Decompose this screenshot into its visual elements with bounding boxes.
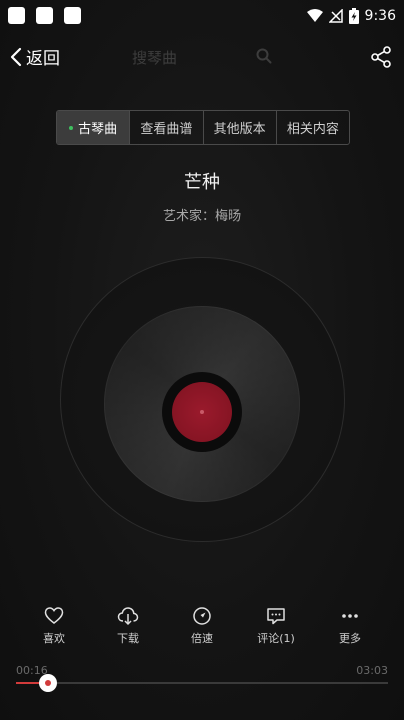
- back-label: 返回: [26, 49, 60, 69]
- download-icon: [117, 607, 139, 626]
- like-label: 喜欢: [43, 632, 65, 645]
- tab-label: 相关内容: [286, 122, 339, 137]
- artist-name: 艺术家：梅旸: [162, 209, 241, 224]
- progress-thumb[interactable]: [39, 674, 58, 692]
- search-icon[interactable]: [256, 48, 272, 64]
- progress-slider[interactable]: [16, 674, 388, 692]
- notification-icon: [36, 7, 53, 24]
- total-time: 03:03: [356, 664, 388, 677]
- comment-icon: [267, 608, 285, 625]
- thumb-core: [45, 680, 52, 686]
- action-bar: 喜欢 下载 倍速 评论(1) 更多: [20, 606, 384, 650]
- cell-signal-icon: [328, 9, 343, 23]
- app-screen: 9:36 返回 搜琴曲 古琴曲 查看曲谱 其他版本 相关内容 芒种 艺术家：梅旸…: [0, 0, 404, 720]
- notification-icon: [8, 7, 25, 24]
- battery-charging-icon: [348, 8, 359, 24]
- search-input[interactable]: 搜琴曲: [132, 47, 177, 68]
- song-title: 芒种: [184, 172, 220, 193]
- heart-icon: [44, 607, 64, 624]
- tab-label: 其他版本: [213, 122, 266, 137]
- back-button[interactable]: 返回: [10, 44, 60, 69]
- tab-label: 古琴曲: [78, 122, 118, 137]
- comment-label: 评论(1): [257, 632, 295, 645]
- download-label: 下载: [117, 632, 139, 645]
- status-time: 9:36: [364, 8, 396, 24]
- playback-times: 00:16 03:03: [16, 664, 388, 678]
- speed-label: 倍速: [191, 632, 213, 645]
- download-button[interactable]: 下载: [94, 606, 162, 650]
- chevron-left-icon: [10, 47, 22, 66]
- tab-sheet-music[interactable]: 查看曲谱: [129, 111, 202, 144]
- more-icon: [342, 614, 358, 618]
- more-button[interactable]: 更多: [316, 606, 384, 650]
- speed-icon: [193, 607, 211, 625]
- content-tabs: 古琴曲 查看曲谱 其他版本 相关内容: [56, 110, 350, 145]
- like-button[interactable]: 喜欢: [20, 606, 88, 650]
- status-indicators: 9:36: [306, 6, 396, 26]
- tab-related[interactable]: 相关内容: [275, 111, 349, 144]
- share-icon[interactable]: [370, 46, 392, 68]
- more-label: 更多: [339, 632, 361, 645]
- tab-guqin[interactable]: 古琴曲: [57, 111, 130, 144]
- comment-button[interactable]: 评论(1): [242, 606, 310, 650]
- record-spindle: [200, 410, 204, 414]
- active-dot: [69, 125, 74, 130]
- speed-button[interactable]: 倍速: [168, 606, 236, 650]
- tab-label: 查看曲谱: [140, 122, 193, 137]
- status-bar: 9:36: [0, 0, 404, 32]
- notification-icon: [64, 7, 81, 24]
- tab-other-versions[interactable]: 其他版本: [202, 111, 276, 144]
- top-bar: 返回 搜琴曲: [0, 40, 404, 76]
- wifi-icon: [306, 9, 323, 22]
